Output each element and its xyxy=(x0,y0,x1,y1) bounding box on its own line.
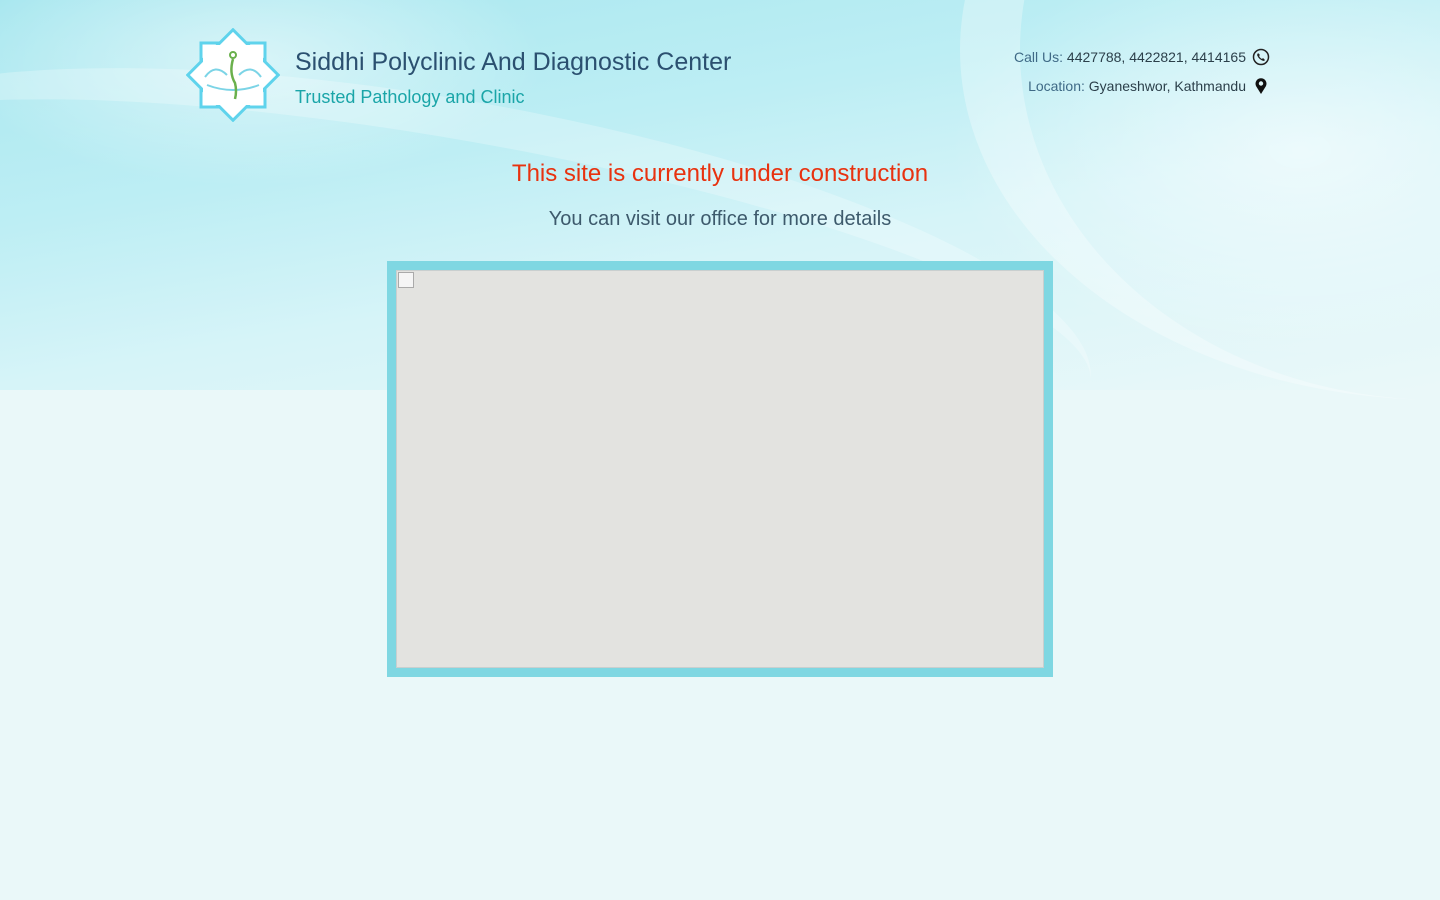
site-tagline: Trusted Pathology and Clinic xyxy=(295,87,525,107)
phone-contact: Call Us: 4427788, 4422821, 4414165 xyxy=(1014,48,1270,66)
construction-notice: This site is currently under constructio… xyxy=(511,160,929,187)
location-contact: Location: Gyaneshwor, Kathmandu xyxy=(1028,77,1270,95)
location-text: Gyaneshwor, Kathmandu xyxy=(1088,78,1246,94)
clinic-logo[interactable] xyxy=(186,28,280,122)
image-frame xyxy=(387,261,1053,677)
phone-numbers: 4427788, 4422821, 4414165 xyxy=(1066,49,1246,65)
phone-icon xyxy=(1252,48,1270,66)
broken-image xyxy=(396,270,1044,668)
broken-image-icon xyxy=(398,272,414,288)
location-label: Location: xyxy=(1028,78,1085,94)
call-label: Call Us: xyxy=(1014,49,1064,65)
site-title: Siddhi Polyclinic And Diagnostic Center xyxy=(295,48,732,76)
map-pin-icon xyxy=(1255,78,1267,94)
visit-office-text: You can visit our office for more detail… xyxy=(548,208,892,230)
